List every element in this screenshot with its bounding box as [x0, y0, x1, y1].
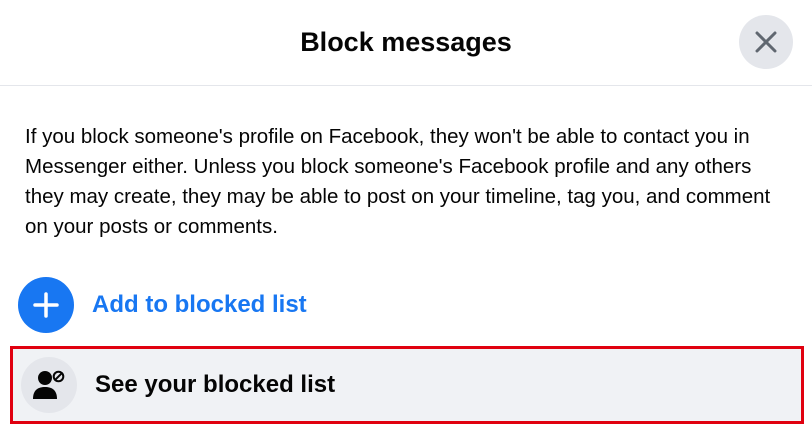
dialog-title: Block messages: [300, 27, 512, 57]
close-button[interactable]: [739, 15, 793, 69]
see-blocked-list-button[interactable]: See your blocked list: [10, 346, 804, 424]
dialog-header: Block messages: [0, 0, 812, 86]
plus-icon: [33, 292, 59, 318]
add-icon-circle: [18, 277, 74, 333]
dialog-description: If you block someone's profile on Facebo…: [25, 125, 771, 238]
block-messages-dialog: Block messages If you block someone's pr…: [0, 0, 812, 439]
add-to-blocked-list-label: Add to blocked list: [92, 291, 307, 318]
see-blocked-list-label: See your blocked list: [95, 371, 336, 398]
blocked-person-icon: [33, 370, 65, 399]
add-to-blocked-list-button[interactable]: Add to blocked list: [18, 277, 307, 333]
close-icon: [755, 31, 777, 53]
blocked-person-icon-circle: [21, 357, 77, 413]
